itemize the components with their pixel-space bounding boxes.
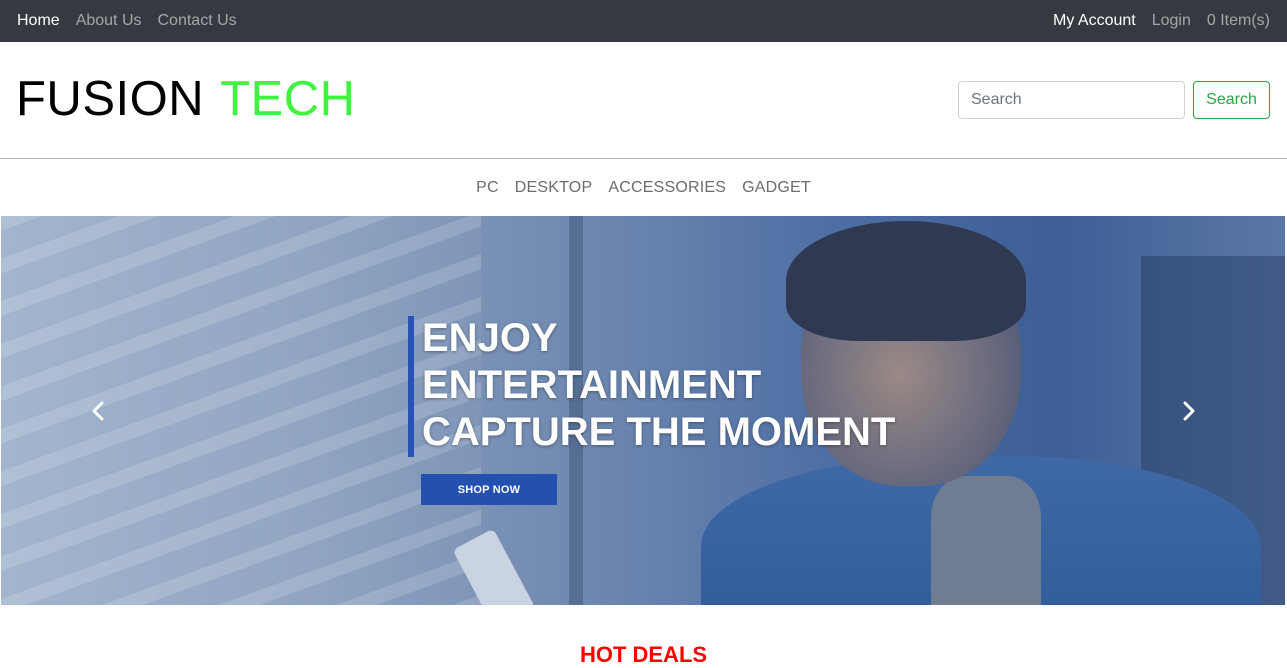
top-nav-left: Home About Us Contact Us [9, 1, 245, 41]
nav-about-link[interactable]: About Us [68, 1, 150, 41]
cart-link[interactable]: 0 Item(s) [1199, 1, 1278, 41]
category-nav: PC DESKTOP ACCESSORIES GADGET [0, 159, 1287, 216]
hero-headline-line2: ENTERTAINMENT [422, 363, 762, 407]
shop-now-button[interactable]: SHOP NOW [421, 474, 557, 505]
login-link[interactable]: Login [1144, 1, 1199, 41]
hero-carousel: ENJOY ENTERTAINMENT CAPTURE THE MOMENT S… [1, 216, 1285, 605]
hero-person-shirt [931, 476, 1041, 605]
hero-headline-line1: ENJOY [422, 316, 558, 360]
top-navbar: Home About Us Contact Us My Account Logi… [0, 0, 1287, 42]
brand-word-fusion: FUSION [16, 72, 205, 126]
brand-logo[interactable]: FUSION TECH [16, 70, 356, 128]
top-nav-right: My Account Login 0 Item(s) [1045, 1, 1278, 41]
category-accessories-link[interactable]: ACCESSORIES [600, 179, 734, 197]
hero-person-hair [786, 221, 1026, 341]
category-gadget-link[interactable]: GADGET [734, 179, 819, 197]
brand-word-tech: TECH [220, 72, 356, 126]
my-account-link[interactable]: My Account [1045, 1, 1144, 41]
site-header: FUSION TECH Search [0, 42, 1287, 159]
category-desktop-link[interactable]: DESKTOP [507, 179, 601, 197]
search-input[interactable] [958, 81, 1185, 119]
nav-home-link[interactable]: Home [9, 1, 68, 41]
hot-deals-heading: HOT DEALS [579, 642, 708, 667]
nav-contact-link[interactable]: Contact Us [150, 1, 245, 41]
chevron-left-icon [92, 401, 104, 421]
carousel-prev-button[interactable] [83, 396, 113, 426]
search-button[interactable]: Search [1193, 81, 1270, 119]
chevron-right-icon [1183, 401, 1195, 421]
category-pc-link[interactable]: PC [468, 179, 507, 197]
hero-accent-bar [408, 316, 414, 457]
carousel-next-button[interactable] [1174, 396, 1204, 426]
hero-headline-line3: CAPTURE THE MOMENT [422, 410, 896, 454]
